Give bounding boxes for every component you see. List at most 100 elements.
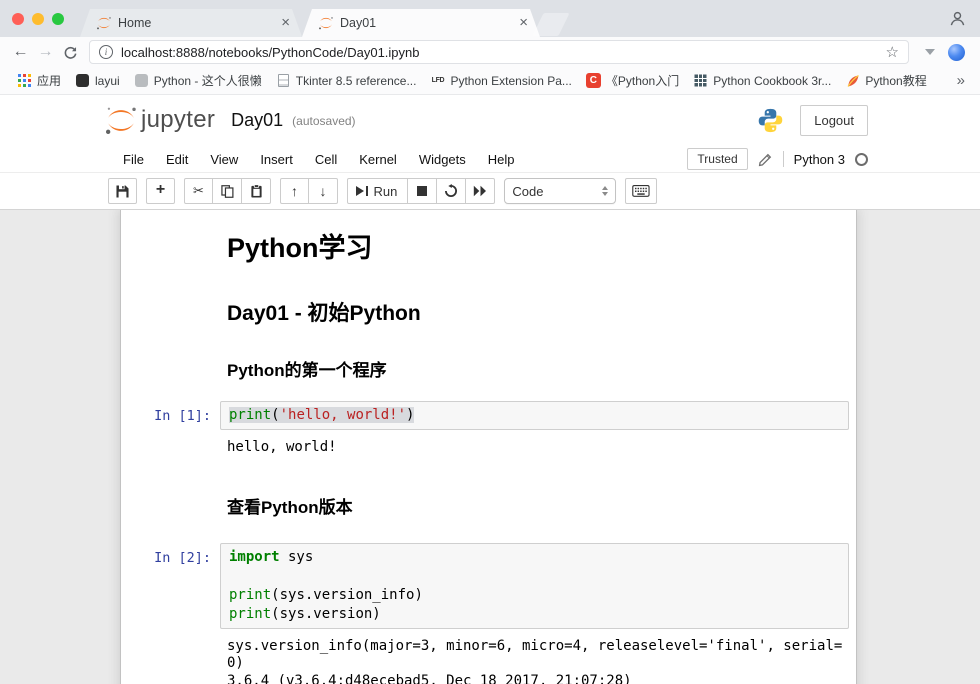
logout-button[interactable]: Logout bbox=[800, 105, 868, 136]
tab-close-icon[interactable]: × bbox=[517, 16, 530, 30]
edit-mode-pencil-icon bbox=[758, 152, 773, 167]
bookmark-star-icon[interactable]: ☆ bbox=[886, 45, 899, 60]
input-prompt: In [2]: bbox=[124, 543, 220, 629]
markdown-heading-1[interactable]: Python学习 bbox=[219, 224, 856, 267]
close-window-button[interactable] bbox=[12, 13, 24, 25]
output-prompt bbox=[123, 634, 219, 684]
select-stepper-icon bbox=[602, 186, 608, 197]
back-button[interactable]: ← bbox=[8, 39, 33, 65]
code-cell-1[interactable]: In [1]: print('hello, world!') bbox=[123, 400, 854, 431]
paste-cell-button[interactable] bbox=[242, 178, 271, 204]
bookmark-python-tutorial[interactable]: Python教程 bbox=[838, 70, 933, 91]
reload-button[interactable] bbox=[58, 39, 83, 65]
markdown-heading-2[interactable]: Day01 - 初始Python bbox=[219, 295, 856, 329]
run-icon bbox=[356, 186, 368, 196]
code-input-1[interactable]: print('hello, world!') bbox=[220, 401, 849, 430]
bookmark-layui[interactable]: layui bbox=[68, 71, 127, 90]
bookmarks-bar: 应用 layui Python - 这个人很懒 Tkinter 8.5 refe… bbox=[0, 67, 980, 95]
caret-down-icon[interactable] bbox=[925, 49, 935, 55]
move-cell-up-button[interactable]: ↑ bbox=[280, 178, 309, 204]
restart-run-all-button[interactable] bbox=[466, 178, 495, 204]
notebook-menubar: File Edit View Insert Cell Kernel Widget… bbox=[0, 146, 980, 173]
bookmark-label: layui bbox=[95, 74, 120, 88]
menu-help[interactable]: Help bbox=[477, 148, 526, 171]
run-button[interactable]: Run bbox=[347, 178, 408, 204]
csdn-icon: C bbox=[586, 73, 601, 88]
lfd-icon: LFD bbox=[430, 73, 445, 88]
profile-icon[interactable] bbox=[949, 10, 966, 32]
bookmark-python-blog[interactable]: Python - 这个人很懒 bbox=[127, 70, 269, 91]
copy-icon bbox=[221, 185, 234, 198]
markdown-heading-3[interactable]: Python的第一个程序 bbox=[219, 354, 856, 383]
kernel-idle-indicator-icon bbox=[855, 153, 868, 166]
plus-icon: + bbox=[156, 181, 165, 199]
forward-button[interactable]: → bbox=[33, 39, 58, 65]
trusted-badge[interactable]: Trusted bbox=[687, 148, 747, 170]
token-args: (sys.version) bbox=[271, 606, 381, 622]
keyboard-icon bbox=[632, 185, 650, 197]
input-prompt: In [1]: bbox=[124, 401, 220, 430]
save-button[interactable] bbox=[108, 178, 137, 204]
code-input-2[interactable]: import sys print(sys.version_info) print… bbox=[220, 543, 849, 629]
command-palette-button[interactable] bbox=[625, 178, 657, 204]
menu-edit[interactable]: Edit bbox=[155, 148, 199, 171]
menu-insert[interactable]: Insert bbox=[249, 148, 304, 171]
notebook-container: Python学习 Day01 - 初始Python Python的第一个程序 I… bbox=[120, 210, 857, 684]
output-line: sys.version_info(major=3, minor=6, micro… bbox=[227, 638, 845, 673]
menu-cell[interactable]: Cell bbox=[304, 148, 348, 171]
tab-home[interactable]: Home × bbox=[80, 9, 302, 37]
tab-close-icon[interactable]: × bbox=[279, 16, 292, 30]
bookmark-python-extension-packages[interactable]: LFD Python Extension Pa... bbox=[423, 71, 578, 90]
extension-globe-icon[interactable] bbox=[948, 44, 965, 61]
page-info-icon[interactable]: i bbox=[99, 45, 113, 59]
menu-view[interactable]: View bbox=[199, 148, 249, 171]
copy-cell-button[interactable] bbox=[213, 178, 242, 204]
jupyter-logo[interactable]: jupyter bbox=[104, 106, 215, 136]
address-bar[interactable]: i localhost:8888/notebooks/PythonCode/Da… bbox=[89, 40, 909, 64]
bookmarks-overflow-chevron[interactable]: » bbox=[952, 72, 970, 89]
bookmark-tkinter-reference[interactable]: Tkinter 8.5 reference... bbox=[269, 71, 424, 90]
minimize-window-button[interactable] bbox=[32, 13, 44, 25]
tab-home-label: Home bbox=[118, 16, 273, 30]
cell-type-select[interactable]: Code bbox=[504, 178, 616, 204]
output-area: hello, world! bbox=[219, 435, 853, 457]
feather-icon bbox=[845, 73, 860, 88]
new-tab-button[interactable] bbox=[532, 13, 569, 36]
markdown-heading-4[interactable]: 查看Python版本 bbox=[219, 491, 856, 520]
cut-cell-button[interactable]: ✂ bbox=[184, 178, 213, 204]
zoom-window-button[interactable] bbox=[52, 13, 64, 25]
cell-2-output: sys.version_info(major=3, minor=6, micro… bbox=[123, 634, 854, 684]
token-paren: ( bbox=[271, 407, 279, 423]
browser-toolbar: ← → i localhost:8888/notebooks/PythonCod… bbox=[0, 37, 980, 67]
tab-day01[interactable]: Day01 × bbox=[302, 9, 540, 37]
notebook-scroll-area[interactable]: Python学习 Day01 - 初始Python Python的第一个程序 I… bbox=[0, 210, 980, 684]
jupyter-planet-icon bbox=[104, 106, 138, 135]
jupyter-header: jupyter Day01 (autosaved) Logout bbox=[0, 95, 980, 146]
menu-kernel[interactable]: Kernel bbox=[348, 148, 408, 171]
menu-widgets[interactable]: Widgets bbox=[408, 148, 477, 171]
bookmark-apps[interactable]: 应用 bbox=[10, 70, 68, 91]
menu-file[interactable]: File bbox=[112, 148, 155, 171]
tab-day01-label: Day01 bbox=[340, 16, 511, 30]
token-string: 'hello, world!' bbox=[280, 407, 406, 423]
interrupt-kernel-button[interactable] bbox=[408, 178, 437, 204]
apps-grid-icon bbox=[17, 73, 32, 88]
book-grid-icon bbox=[693, 73, 708, 88]
token-print: print bbox=[229, 587, 271, 603]
restart-kernel-button[interactable] bbox=[437, 178, 466, 204]
move-cell-down-button[interactable]: ↓ bbox=[309, 178, 338, 204]
scissors-icon: ✂ bbox=[193, 183, 204, 199]
bookmark-python-cookbook[interactable]: Python Cookbook 3r... bbox=[686, 71, 838, 90]
jupyter-favicon bbox=[318, 16, 334, 30]
bookmark-python-intro[interactable]: C 《Python入门 bbox=[579, 70, 686, 91]
save-icon bbox=[116, 185, 129, 198]
bookmark-label: Python Extension Pa... bbox=[450, 74, 571, 88]
kernel-name[interactable]: Python 3 bbox=[794, 152, 845, 167]
code-cell-2[interactable]: In [2]: import sys print(sys.version_inf… bbox=[123, 542, 854, 630]
output-prompt bbox=[123, 435, 219, 457]
divider bbox=[783, 151, 784, 167]
token-args: (sys.version_info) bbox=[271, 587, 423, 603]
notebook-title[interactable]: Day01 bbox=[231, 110, 283, 131]
url-text[interactable]: localhost:8888/notebooks/PythonCode/Day0… bbox=[121, 45, 878, 60]
add-cell-button[interactable]: + bbox=[146, 178, 175, 204]
